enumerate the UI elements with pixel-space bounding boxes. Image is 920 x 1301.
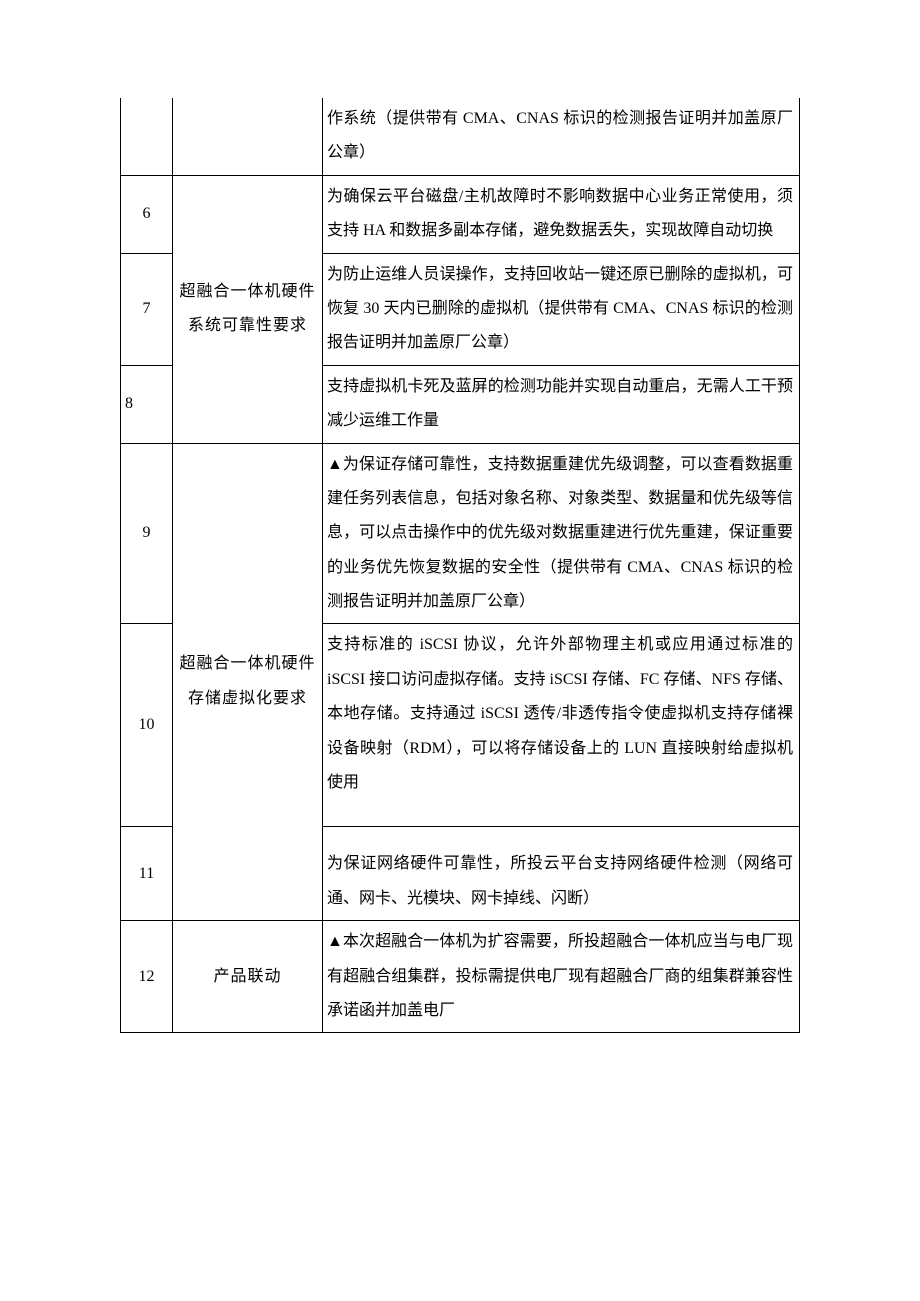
row-number-text: 7 — [143, 300, 151, 317]
row-description: ▲本次超融合一体机为扩容需要，所投超融合一体机应当与电厂现有超融合组集群，投标需… — [323, 921, 800, 1033]
row-description-text: 支持虚拟机卡死及蓝屏的检测功能并实现自动重启，无需人工干预减少运维工作量 — [327, 378, 793, 429]
row-number: 8 — [121, 365, 173, 443]
row-category: 产品联动 — [173, 921, 323, 1033]
row-description-text: 为确保云平台磁盘/主机故障时不影响数据中心业务正常使用，须支持 HA 和数据多副… — [327, 188, 793, 239]
row-description-text: 为保证网络硬件可靠性，所投云平台支持网络硬件检测（网络可通、网卡、光模块、网卡掉… — [327, 855, 793, 906]
row-category-text: 产品联动 — [213, 968, 281, 985]
row-description: 为确保云平台磁盘/主机故障时不影响数据中心业务正常使用，须支持 HA 和数据多副… — [323, 175, 800, 253]
row-number-text: 9 — [143, 524, 151, 541]
document-page: 作系统（提供带有 CMA、CNAS 标识的检测报告证明并加盖原厂公章） 6 超融… — [0, 0, 920, 1143]
row-description: 支持标准的 iSCSI 协议，允许外部物理主机或应用通过标准的 iSCSI 接口… — [323, 624, 800, 827]
row-description-text: ▲为保证存储可靠性，支持数据重建优先级调整，可以查看数据重建任务列表信息，包括对… — [327, 456, 793, 611]
row-category-text: 超融合一体机硬件存储虚拟化要求 — [179, 655, 315, 706]
row-number-text: 6 — [143, 205, 151, 222]
row-description: 支持虚拟机卡死及蓝屏的检测功能并实现自动重启，无需人工干预减少运维工作量 — [323, 365, 800, 443]
row-number-text: 11 — [139, 865, 154, 882]
spec-table: 作系统（提供带有 CMA、CNAS 标识的检测报告证明并加盖原厂公章） 6 超融… — [120, 98, 800, 1033]
row-category-text: 超融合一体机硬件系统可靠性要求 — [179, 283, 315, 334]
row-category: 超融合一体机硬件存储虚拟化要求 — [173, 443, 323, 921]
row-description: 为防止运维人员误操作，支持回收站一键还原已删除的虚拟机，可恢复 30 天内已删除… — [323, 253, 800, 365]
table-row: 作系统（提供带有 CMA、CNAS 标识的检测报告证明并加盖原厂公章） — [121, 98, 800, 175]
row-description-text: 支持标准的 iSCSI 协议，允许外部物理主机或应用通过标准的 iSCSI 接口… — [327, 636, 793, 791]
row-description-text: 作系统（提供带有 CMA、CNAS 标识的检测报告证明并加盖原厂公章） — [327, 110, 793, 161]
row-number: 12 — [121, 921, 173, 1033]
table-row: 12 产品联动 ▲本次超融合一体机为扩容需要，所投超融合一体机应当与电厂现有超融… — [121, 921, 800, 1033]
table-row: 6 超融合一体机硬件系统可靠性要求 为确保云平台磁盘/主机故障时不影响数据中心业… — [121, 175, 800, 253]
row-description: 作系统（提供带有 CMA、CNAS 标识的检测报告证明并加盖原厂公章） — [323, 98, 800, 175]
row-category: 超融合一体机硬件系统可靠性要求 — [173, 175, 323, 443]
row-number: 9 — [121, 443, 173, 624]
row-number-text: 8 — [125, 395, 133, 412]
row-number: 7 — [121, 253, 173, 365]
row-number-text: 10 — [139, 716, 155, 733]
row-number-text: 12 — [139, 968, 155, 985]
row-description-text: 为防止运维人员误操作，支持回收站一键还原已删除的虚拟机，可恢复 30 天内已删除… — [327, 266, 793, 352]
table-row: 9 超融合一体机硬件存储虚拟化要求 ▲为保证存储可靠性，支持数据重建优先级调整，… — [121, 443, 800, 624]
row-number — [121, 98, 173, 175]
row-category — [173, 98, 323, 175]
row-description-text: ▲本次超融合一体机为扩容需要，所投超融合一体机应当与电厂现有超融合组集群，投标需… — [327, 933, 793, 1019]
row-number: 10 — [121, 624, 173, 827]
row-number: 6 — [121, 175, 173, 253]
row-number: 11 — [121, 827, 173, 921]
row-description: 为保证网络硬件可靠性，所投云平台支持网络硬件检测（网络可通、网卡、光模块、网卡掉… — [323, 827, 800, 921]
row-description: ▲为保证存储可靠性，支持数据重建优先级调整，可以查看数据重建任务列表信息，包括对… — [323, 443, 800, 624]
